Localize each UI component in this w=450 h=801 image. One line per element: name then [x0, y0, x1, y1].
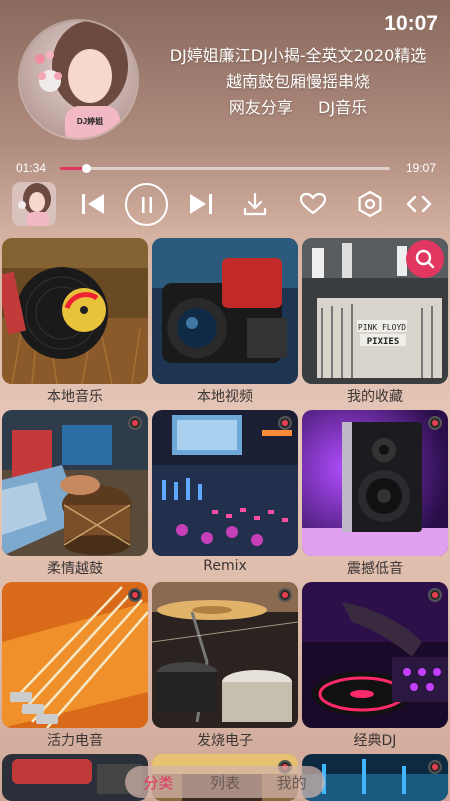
bottom-navigation: 分类 列表 我的 [125, 766, 325, 798]
seek-bar-thumb[interactable] [82, 164, 92, 173]
download-icon[interactable] [240, 189, 270, 219]
code-icon[interactable] [404, 189, 434, 219]
record-text: PINK FLOYD [358, 323, 406, 332]
category-label: 震撼低音 [347, 561, 403, 577]
song-title-line1: DJ婷姐廉江DJ小揭-全英文2020精选 [169, 46, 427, 65]
category-tile-hifi-electronic[interactable] [152, 582, 298, 728]
category-tile-heavy-bass[interactable] [302, 410, 448, 556]
player-controls [0, 180, 450, 230]
category-label: 活力电音 [47, 733, 103, 749]
category-tile-classic-dj[interactable] [302, 582, 448, 728]
category-label: 我的收藏 [347, 389, 403, 405]
category-label: 经典DJ [353, 733, 397, 749]
new-indicator-icon [128, 416, 142, 430]
search-button[interactable] [406, 240, 444, 278]
category-label: 柔情越鼓 [47, 561, 103, 577]
tab-list[interactable]: 列表 [210, 772, 240, 793]
category-tile-local-video[interactable] [152, 238, 298, 384]
category-tile-local-music[interactable] [2, 238, 148, 384]
category-label: 本地音乐 [47, 389, 103, 405]
new-indicator-icon [428, 416, 442, 430]
current-time: 01:34 [16, 161, 47, 175]
tab-categories[interactable]: 分类 [143, 772, 173, 793]
new-indicator-icon [128, 588, 142, 602]
song-source[interactable]: 网友分享 [229, 98, 293, 117]
album-cover[interactable]: DJ婷姐 [18, 19, 139, 140]
now-playing-header: 10:07 DJ婷姐 DJ婷姐廉江DJ小揭-全英文2020精选 越南鼓包厢慢摇串… [0, 0, 450, 155]
status-clock: 10:07 [384, 12, 438, 35]
new-indicator-icon [278, 588, 292, 602]
total-time: 19:07 [405, 161, 436, 175]
progress-row: 01:34 19:07 [0, 158, 450, 180]
skip-previous-icon[interactable] [78, 189, 108, 219]
tab-mine[interactable]: 我的 [277, 772, 307, 793]
category-label: 本地视频 [197, 389, 253, 405]
song-title-line2: 越南鼓包厢慢摇串烧 [225, 72, 370, 91]
search-icon [415, 249, 435, 269]
category-label: Remix [203, 558, 247, 574]
category-tile-gentle-drums[interactable] [2, 410, 148, 556]
record-text: PIXIES [367, 337, 400, 347]
song-meta: 网友分享 DJ音乐 [150, 95, 446, 121]
cover-caption: DJ婷姐 [77, 116, 103, 126]
new-indicator-icon [428, 588, 442, 602]
pause-icon [141, 196, 152, 213]
song-info: DJ婷姐廉江DJ小揭-全英文2020精选 越南鼓包厢慢摇串烧 网友分享 DJ音乐 [150, 43, 446, 121]
pause-button[interactable] [125, 183, 168, 226]
heart-icon[interactable] [298, 189, 328, 219]
new-indicator-icon [428, 760, 442, 774]
category-tile-remix[interactable] [152, 410, 298, 556]
category-label: 发烧电子 [197, 733, 253, 749]
seek-bar[interactable] [60, 164, 390, 173]
mini-album-cover[interactable] [12, 182, 56, 226]
skip-next-icon[interactable] [186, 189, 216, 219]
category-tile-energetic-edm[interactable] [2, 582, 148, 728]
category-tile-favorites[interactable]: PINK FLOYD PIXIES [302, 238, 448, 384]
song-artist[interactable]: DJ音乐 [318, 98, 367, 117]
mode-icon[interactable] [355, 189, 385, 219]
new-indicator-icon [278, 416, 292, 430]
